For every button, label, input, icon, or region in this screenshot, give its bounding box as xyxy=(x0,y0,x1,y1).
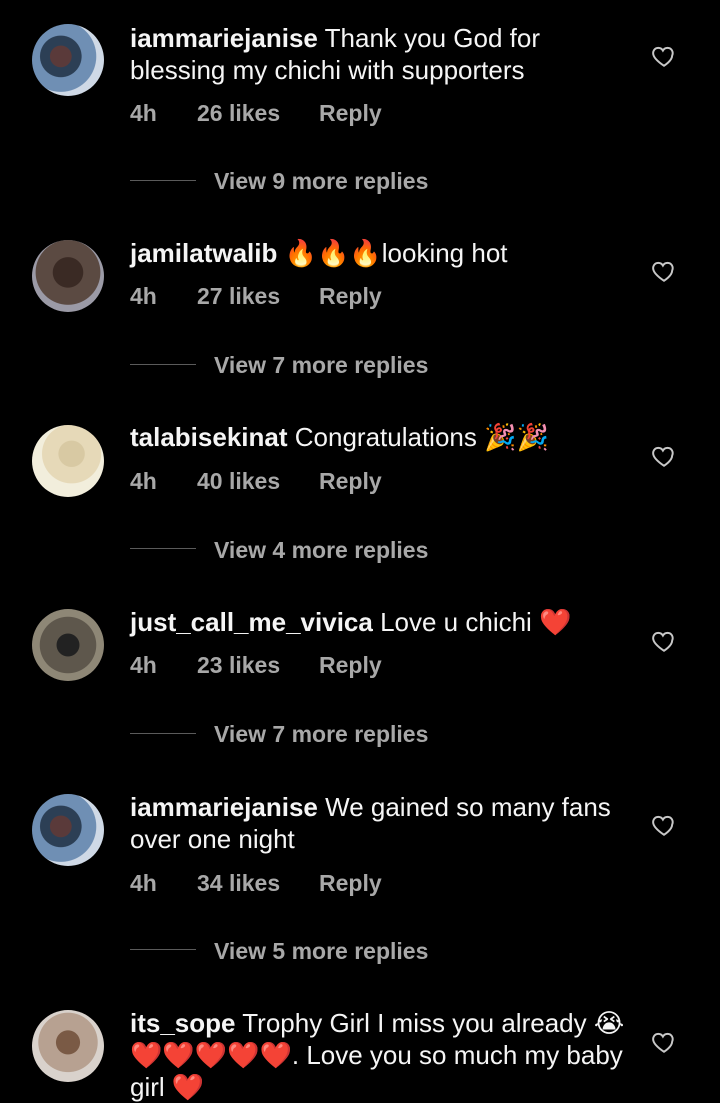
user-avatar[interactable] xyxy=(32,609,104,681)
comment-likes[interactable]: 26 likes xyxy=(197,100,319,127)
reply-button[interactable]: Reply xyxy=(319,468,382,495)
like-heart-icon[interactable] xyxy=(651,1029,677,1055)
comment-username[interactable]: just_call_me_vivica xyxy=(130,607,373,637)
comment-text-block: iammariejanise Thank you God for blessin… xyxy=(130,22,630,86)
comment-text-block: talabisekinat Congratulations 🎉🎉 xyxy=(130,421,630,453)
comment-likes[interactable]: 40 likes xyxy=(197,468,319,495)
comment-likes[interactable]: 27 likes xyxy=(197,283,319,310)
user-avatar[interactable] xyxy=(32,425,104,497)
comment-time: 4h xyxy=(130,100,157,126)
comment-likes[interactable]: 23 likes xyxy=(197,652,319,679)
comment-text-block: just_call_me_vivica Love u chichi ❤️ xyxy=(130,606,630,638)
comment-text-block: iammariejanise We gained so many fans ov… xyxy=(130,791,630,855)
comment-time: 4h xyxy=(130,652,157,678)
comment-username[interactable]: jamilatwalib xyxy=(130,238,277,268)
comment-time: 4h xyxy=(130,283,157,309)
comment-likes[interactable]: 34 likes xyxy=(197,870,319,897)
user-avatar[interactable] xyxy=(32,240,104,312)
view-more-replies[interactable]: View 9 more replies xyxy=(214,168,428,195)
replies-divider xyxy=(130,180,196,181)
comment-body: Love u chichi ❤️ xyxy=(380,607,572,637)
reply-button[interactable]: Reply xyxy=(319,100,382,127)
reply-button[interactable]: Reply xyxy=(319,283,382,310)
view-more-replies[interactable]: View 7 more replies xyxy=(214,721,428,748)
replies-divider xyxy=(130,949,196,950)
user-avatar[interactable] xyxy=(32,794,104,866)
comment-body: 🔥🔥🔥looking hot xyxy=(284,238,508,268)
user-avatar[interactable] xyxy=(32,1010,104,1082)
comment-meta: 4h 26 likes Reply xyxy=(130,100,382,127)
view-more-replies[interactable]: View 4 more replies xyxy=(214,537,428,564)
comment-username[interactable]: iammariejanise xyxy=(130,792,318,822)
comment-meta: 4h 27 likes Reply xyxy=(130,283,382,310)
reply-button[interactable]: Reply xyxy=(319,652,382,679)
comment-meta: 4h 34 likes Reply xyxy=(130,870,382,897)
replies-divider xyxy=(130,733,196,734)
comment-time: 4h xyxy=(130,870,157,896)
comment-text-block: jamilatwalib 🔥🔥🔥looking hot xyxy=(130,237,630,269)
reply-button[interactable]: Reply xyxy=(319,870,382,897)
replies-divider xyxy=(130,548,196,549)
user-avatar[interactable] xyxy=(32,24,104,96)
view-more-replies[interactable]: View 7 more replies xyxy=(214,352,428,379)
comment-text-block: its_sope Trophy Girl I miss you already … xyxy=(130,1007,630,1103)
comment-username[interactable]: talabisekinat xyxy=(130,422,288,452)
view-more-replies[interactable]: View 5 more replies xyxy=(214,938,428,965)
comment-time: 4h xyxy=(130,468,157,494)
like-heart-icon[interactable] xyxy=(651,628,677,654)
comment-username[interactable]: its_sope xyxy=(130,1008,236,1038)
comment-body: Congratulations 🎉🎉 xyxy=(294,422,549,452)
like-heart-icon[interactable] xyxy=(651,258,677,284)
replies-divider xyxy=(130,364,196,365)
comment-meta: 4h 40 likes Reply xyxy=(130,468,382,495)
like-heart-icon[interactable] xyxy=(651,443,677,469)
like-heart-icon[interactable] xyxy=(651,43,677,69)
comment-username[interactable]: iammariejanise xyxy=(130,23,318,53)
comment-meta: 4h 23 likes Reply xyxy=(130,652,382,679)
like-heart-icon[interactable] xyxy=(651,812,677,838)
